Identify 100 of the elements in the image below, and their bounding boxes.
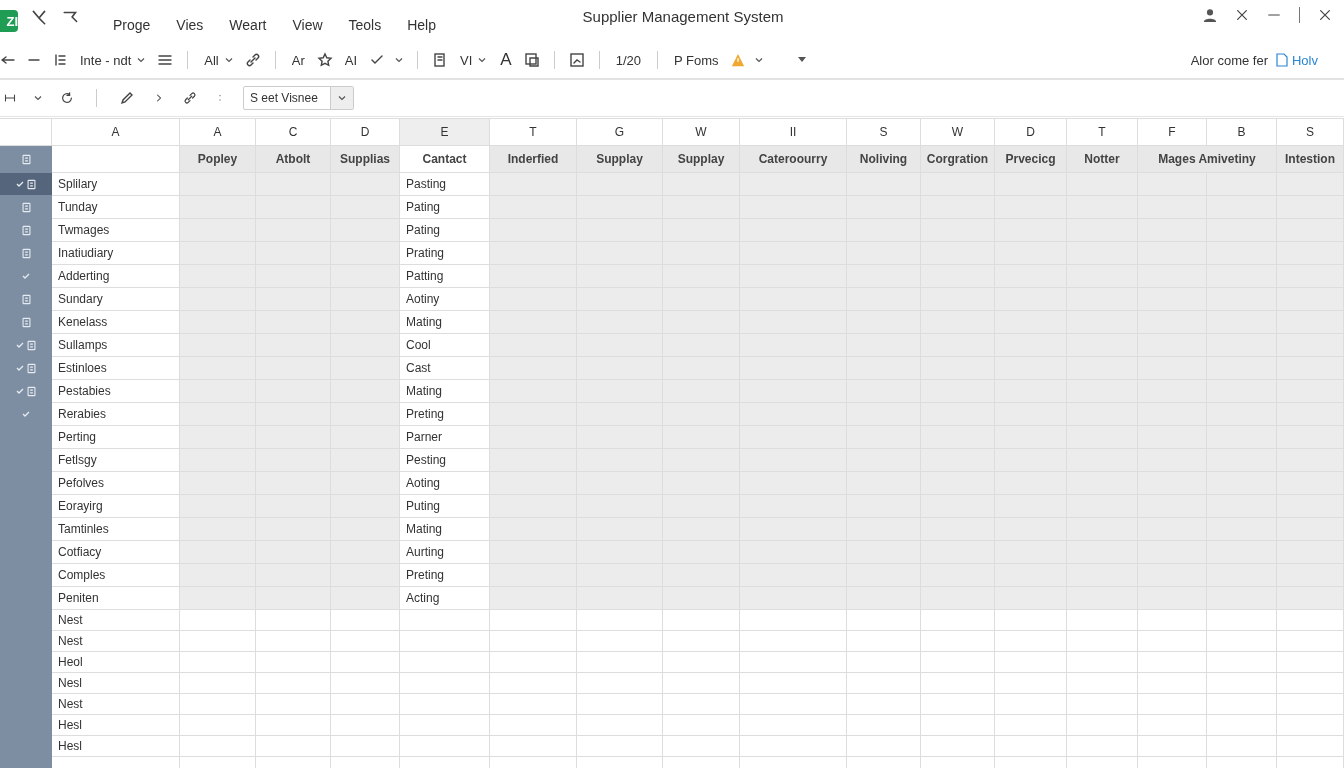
pencil-icon[interactable] [119,90,135,106]
column-header[interactable]: Popley [180,146,256,173]
table-cell [995,715,1067,736]
row-icon[interactable] [20,316,32,328]
forms-button[interactable]: P Foms [672,52,721,68]
refresh-icon[interactable] [60,91,74,105]
warning-icon[interactable] [730,53,745,67]
column-letter[interactable]: T [1067,119,1138,146]
caret-icon[interactable] [224,57,233,63]
view-select[interactable]: S eet Visnee [243,86,354,110]
menu-item[interactable]: Vies [163,17,217,33]
column-header[interactable]: Corgration [921,146,995,173]
table-cell [331,265,400,288]
help-link[interactable]: Holv [1276,52,1318,68]
style-dropdown[interactable]: Inte - ndt [78,52,148,68]
table-cell [1277,631,1344,652]
menu-item[interactable]: Help [394,17,449,33]
table-cell [331,564,400,587]
ai-button[interactable]: AI [342,52,360,68]
column-header[interactable]: Supplay [577,146,663,173]
column-header[interactable]: Prvecicg [995,146,1067,173]
menu-item[interactable]: Teols [335,17,395,33]
column-letter[interactable]: B [1207,119,1277,146]
font-button[interactable]: Ar [289,52,307,68]
user-icon[interactable] [1203,8,1217,22]
caret-icon[interactable] [754,57,763,63]
link-icon[interactable] [183,91,197,105]
row-icon[interactable] [25,178,37,190]
row-icon[interactable] [25,362,37,374]
column-letter[interactable]: G [577,119,663,146]
menu-item[interactable]: Proge [100,17,164,33]
column-letter[interactable]: A [52,119,180,146]
row-icon[interactable] [20,247,32,259]
table-cell [331,652,400,673]
table-cell [995,694,1067,715]
table-cell [331,196,400,219]
table-cell [331,357,400,380]
column-letter[interactable]: W [921,119,995,146]
sort-icon[interactable] [52,52,68,68]
caret-icon[interactable] [34,95,42,101]
row-icon[interactable] [20,201,32,213]
row-icon[interactable] [25,385,37,397]
table-cell [331,219,400,242]
column-header[interactable]: Cateroourry [740,146,847,173]
filter-dropdown[interactable]: All [202,52,235,68]
row-icon[interactable] [20,153,32,165]
text-button[interactable]: A [498,50,514,70]
column-header[interactable]: Intestion [1277,146,1344,173]
column-letter[interactable]: C [256,119,331,146]
page-counter[interactable]: 1/20 [613,52,643,68]
column-header[interactable]: Supplay [663,146,740,173]
column-letter[interactable]: F [1138,119,1207,146]
corner-cell[interactable] [0,119,52,146]
table-cell [1067,673,1138,694]
column-letter[interactable]: D [331,119,400,146]
column-letter[interactable]: S [1277,119,1344,146]
close-icon[interactable] [1318,8,1332,22]
table-cell [331,541,400,564]
row-icon[interactable] [20,293,32,305]
column-header[interactable]: Mages Amivetiny [1138,146,1277,173]
row-header[interactable] [0,173,52,196]
menu-item[interactable]: Weart [216,17,280,33]
check-icon [15,341,24,349]
star-icon[interactable] [316,52,333,68]
column-letter[interactable]: D [995,119,1067,146]
column-letter[interactable]: A [180,119,256,146]
column-letter[interactable]: S [847,119,921,146]
caret-icon[interactable] [395,57,404,63]
status-text: Alor come fer [1190,52,1268,68]
image-icon[interactable] [523,52,540,68]
column-header[interactable]: Atbolt [256,146,331,173]
row-icon[interactable] [20,224,32,236]
column-letter[interactable]: T [490,119,577,146]
chart-icon[interactable] [568,52,585,68]
column-letter[interactable]: W [663,119,740,146]
column-letter[interactable]: II [740,119,847,146]
caret-icon[interactable] [478,57,487,63]
table-cell [331,673,400,694]
document-icon [1276,53,1288,67]
table-cell [1067,736,1138,757]
split-icon[interactable] [4,92,16,104]
window-title: Supplier Management System [582,8,784,25]
column-header[interactable]: Inderfied [490,146,577,173]
caret-icon[interactable] [137,57,146,63]
caret-icon[interactable] [796,57,807,63]
view-dropdown[interactable]: VI [458,52,489,68]
column-header[interactable]: Noliving [847,146,921,173]
caret-icon[interactable] [337,95,346,101]
column-letter[interactable]: E [400,119,490,146]
link-icon[interactable] [244,52,261,68]
column-header[interactable]: Cantact [400,146,490,173]
column-header[interactable]: Supplias [331,146,400,173]
menu-item[interactable]: View [279,17,336,33]
row-icon[interactable] [25,339,37,351]
row-header[interactable] [0,146,52,173]
table-icon[interactable] [157,52,174,68]
table-cell [331,380,400,403]
row-header[interactable] [0,196,52,219]
column-header[interactable]: Notter [1067,146,1138,173]
close-icon[interactable] [1235,8,1249,22]
